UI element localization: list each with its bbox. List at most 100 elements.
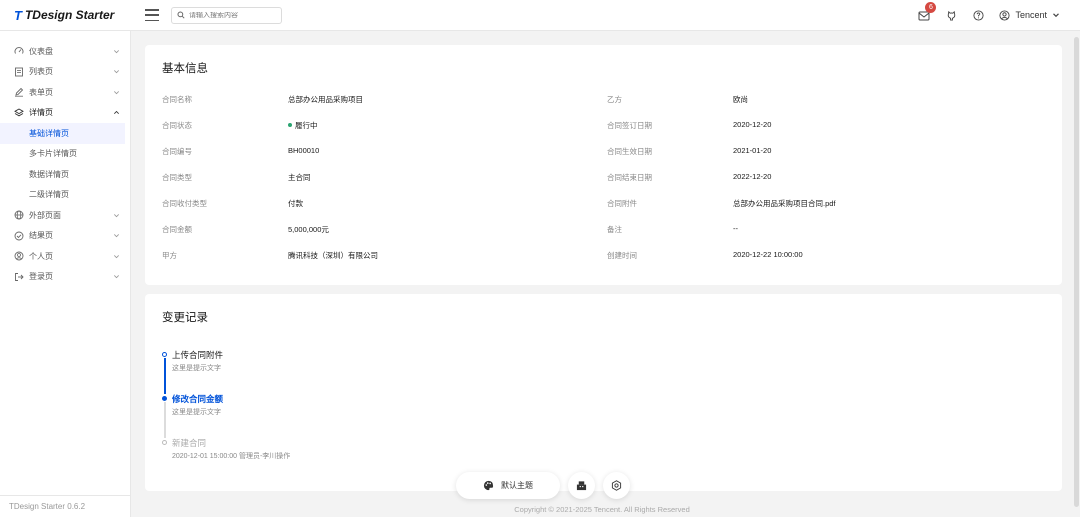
- field-value: 2021-01-20: [733, 146, 772, 155]
- sidebar-item-login[interactable]: 登录页: [0, 267, 130, 288]
- logo-text: TDesign Starter: [24, 8, 115, 22]
- sidebar-item-form[interactable]: 表单页: [0, 82, 130, 103]
- sidebar-item-external[interactable]: 外部页面: [0, 205, 130, 226]
- palette-icon: [483, 480, 494, 491]
- sidebar-item-result[interactable]: 结果页: [0, 226, 130, 247]
- field-value: 2020-12-22 10:00:00: [733, 250, 803, 259]
- chevron-down-icon: [112, 232, 120, 240]
- timeline-item: 上传合同附件 这里是提示文字: [160, 349, 290, 394]
- timeline-item: 新建合同 2020-12-01 15:00:00 管理员-李川操作: [160, 437, 290, 481]
- card-title: 变更记录: [162, 312, 208, 324]
- field-label: 合同金额: [162, 225, 192, 234]
- search-input[interactable]: [189, 11, 274, 19]
- copyright-text: Copyright © 2021-2025 Tencent. All Right…: [514, 505, 690, 514]
- notification-badge: 6: [925, 2, 937, 13]
- theme-label: 默认主题: [501, 481, 533, 490]
- timeline-connector: [164, 358, 166, 394]
- field-label: 合同名称: [162, 95, 192, 104]
- user-circle-icon: [999, 9, 1011, 21]
- field-value: 2022-12-20: [733, 172, 772, 181]
- timeline-subtitle: 这里是提示文字: [172, 409, 221, 416]
- sidebar-item-label: 表单页: [29, 87, 53, 97]
- field-label: 合同编号: [162, 147, 192, 156]
- notification-button[interactable]: 6: [918, 2, 937, 21]
- field-value: --: [733, 224, 738, 233]
- info-row: 合同编号 BH00010 合同生效日期 2021-01-20: [162, 146, 1042, 172]
- info-row: 合同金额 5,000,000元 备注 --: [162, 224, 1042, 250]
- sidebar-item-label: 个人页: [29, 251, 53, 261]
- attachment-link[interactable]: 总部办公用品采购项目合同.pdf: [733, 198, 836, 209]
- field-value: 5,000,000元: [288, 225, 329, 234]
- chevron-down-icon: [112, 68, 120, 76]
- field-value: 腾讯科技（深圳）有限公司: [288, 251, 378, 260]
- basic-info-card: 基本信息 合同名称 总部办公用品采购项目 乙方 欧尚 合同状态 履行中 合同签订…: [145, 45, 1062, 285]
- theme-switch-button[interactable]: 默认主题: [456, 472, 560, 499]
- field-label: 合同状态: [162, 121, 192, 130]
- check-circle-icon: [13, 230, 24, 241]
- sidebar-item-detail[interactable]: 详情页: [0, 103, 130, 124]
- top-header: T TDesign Starter 6 Tencent: [0, 0, 1080, 31]
- field-label: 合同附件: [607, 199, 637, 208]
- field-label: 合同类型: [162, 173, 192, 182]
- timeline-dot-icon: [162, 440, 167, 445]
- sidebar-item-label: 结果页: [29, 231, 53, 241]
- scrollbar-thumb[interactable]: [1074, 37, 1079, 507]
- timeline-subtitle: 2020-12-01 15:00:00 管理员-李川操作: [172, 453, 291, 460]
- search-box[interactable]: [171, 6, 282, 24]
- field-label: 合同收付类型: [162, 199, 207, 208]
- layers-icon: [13, 107, 24, 118]
- sidebar-item-personal[interactable]: 个人页: [0, 246, 130, 267]
- sidebar-item-label: 详情页: [29, 108, 53, 118]
- field-label: 合同生效日期: [607, 147, 652, 156]
- chevron-down-icon: [112, 47, 120, 55]
- field-label: 合同结束日期: [607, 173, 652, 182]
- timeline-connector: [164, 402, 166, 438]
- field-label: 创建时间: [607, 251, 637, 260]
- field-value: 2020-12-20: [733, 120, 772, 129]
- floating-toolbar: 默认主题: [456, 472, 630, 499]
- timeline: 上传合同附件 这里是提示文字 修改合同金额 这里是提示文字 新建合同 2020-…: [160, 349, 290, 481]
- settings-button[interactable]: [603, 472, 630, 499]
- sidebar-subitem-basic-detail[interactable]: 基础详情页: [0, 123, 125, 144]
- logout-icon: [13, 271, 24, 282]
- sidebar-item-label: 列表页: [29, 67, 53, 77]
- sidebar-subitem-multi-card[interactable]: 多卡片详情页: [0, 144, 125, 165]
- sidebar: 仪表盘 列表页 表单页 详情页 基础详情页 多卡片详情页 数据详情页 二级详情页…: [0, 31, 131, 517]
- field-value: BH00010: [288, 146, 320, 155]
- list-icon: [13, 66, 24, 77]
- layout-icon: [576, 481, 587, 491]
- info-row: 合同收付类型 付款 合同附件 总部办公用品采购项目合同.pdf: [162, 198, 1042, 224]
- gear-icon: [611, 480, 622, 491]
- status-badge: 履行中: [288, 120, 318, 131]
- sidebar-item-label: 外部页面: [29, 210, 61, 220]
- globe-icon: [13, 210, 24, 221]
- user-name: Tencent: [1015, 10, 1047, 20]
- chevron-up-icon: [112, 109, 120, 117]
- info-row: 合同类型 主合同 合同结束日期 2022-12-20: [162, 172, 1042, 198]
- help-button[interactable]: [972, 9, 984, 21]
- field-label: 合同签订日期: [607, 121, 652, 130]
- info-row: 甲方 腾讯科技（深圳）有限公司 创建时间 2020-12-22 10:00:00: [162, 250, 1042, 276]
- field-label: 乙方: [607, 95, 622, 104]
- sidebar-subitem-data-detail[interactable]: 数据详情页: [0, 164, 125, 185]
- user-menu[interactable]: Tencent: [999, 9, 1060, 21]
- sidebar-item-dashboard[interactable]: 仪表盘: [0, 41, 130, 62]
- sidebar-layout-button[interactable]: [568, 472, 595, 499]
- sidebar-subitem-secondary[interactable]: 二级详情页: [0, 185, 125, 206]
- field-label: 甲方: [162, 251, 177, 260]
- sidebar-item-label: 登录页: [29, 272, 53, 282]
- page-scrollbar[interactable]: [1073, 31, 1080, 517]
- edit-icon: [13, 87, 24, 98]
- github-button[interactable]: [945, 9, 957, 21]
- timeline-subtitle: 这里是提示文字: [172, 365, 221, 372]
- info-row: 合同状态 履行中 合同签订日期 2020-12-20: [162, 120, 1042, 146]
- logo[interactable]: T TDesign Starter: [0, 8, 130, 23]
- sidebar-item-list[interactable]: 列表页: [0, 62, 130, 83]
- timeline-dot-icon: [162, 352, 167, 357]
- menu-toggle-icon[interactable]: [145, 9, 159, 21]
- help-circle-icon: [973, 9, 984, 21]
- field-value: 总部办公用品采购项目: [288, 95, 363, 104]
- timeline-title: 修改合同金额: [172, 394, 224, 404]
- timeline-title: 上传合同附件: [172, 350, 224, 360]
- field-value: 主合同: [288, 173, 311, 182]
